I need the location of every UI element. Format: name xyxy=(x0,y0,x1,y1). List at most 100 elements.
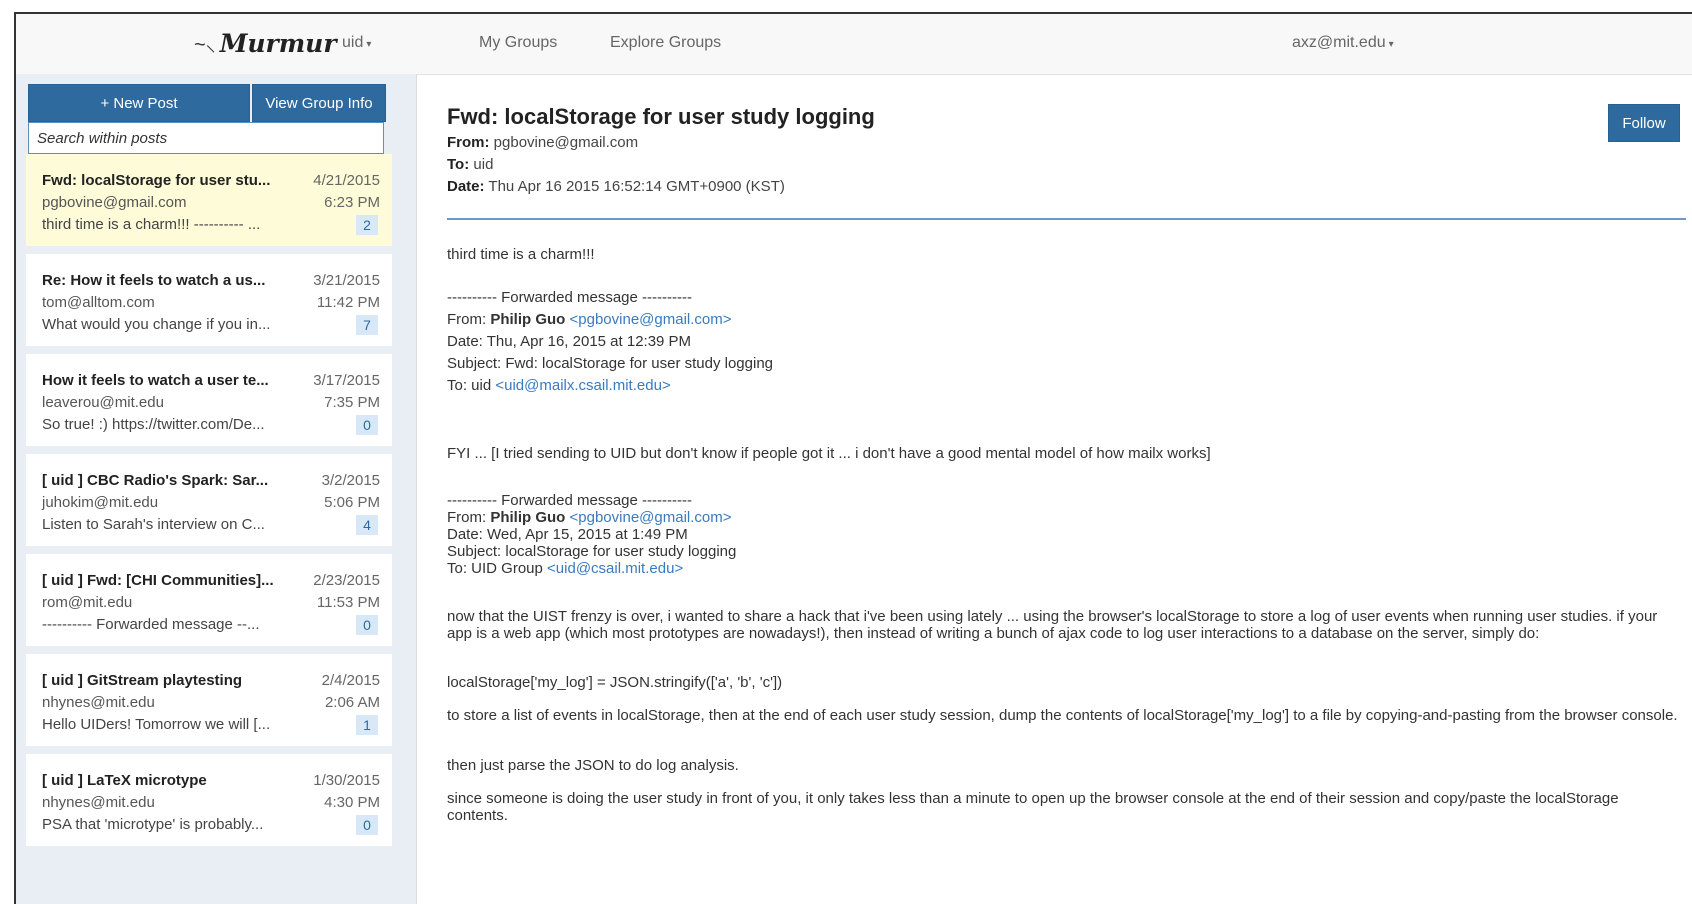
reply-count-badge: 0 xyxy=(356,415,378,435)
view-group-info-button[interactable]: View Group Info xyxy=(252,84,386,122)
header-divider xyxy=(447,218,1686,220)
post-snippet: PSA that 'microtype' is probably... xyxy=(42,816,264,833)
post-sender: juhokim@mit.edu xyxy=(42,494,159,511)
post-sender: leaverou@mit.edu xyxy=(42,394,164,411)
post-date: 1/30/2015 xyxy=(313,772,380,789)
fwd-to-email-link[interactable]: <uid@csail.mit.edu> xyxy=(547,560,683,577)
reply-count-badge: 2 xyxy=(356,215,378,235)
post-list-item[interactable]: Re: How it feels to watch a us... tom@al… xyxy=(26,254,392,354)
logo-text: Murmur xyxy=(219,28,337,58)
post-from-line: From: pgbovine@gmail.com xyxy=(447,134,638,151)
fwd-from-line: From: Philip Guo <pgbovine@gmail.com> xyxy=(447,509,732,526)
fwd-to-line: To: UID Group <uid@csail.mit.edu> xyxy=(447,560,684,577)
fwd-from-email-link[interactable]: <pgbovine@gmail.com> xyxy=(570,509,732,526)
post-paragraph-1: now that the UIST frenzy is over, i want… xyxy=(447,608,1658,642)
post-paragraph-3: then just parse the JSON to do log analy… xyxy=(447,757,739,774)
post-date: 3/21/2015 xyxy=(313,272,380,289)
fwd-to-line: To: uid <uid@mailx.csail.mit.edu> xyxy=(447,377,671,394)
post-list-item[interactable]: [ uid ] LaTeX microtype nhynes@mit.edu P… xyxy=(26,754,392,854)
post-date: 2/23/2015 xyxy=(313,572,380,589)
fwd-from-email-link[interactable]: <pgbovine@gmail.com> xyxy=(570,311,732,328)
search-posts-input[interactable] xyxy=(28,122,384,154)
post-date: 2/4/2015 xyxy=(321,672,380,689)
fwd-date-line: Date: Thu, Apr 16, 2015 at 12:39 PM xyxy=(447,333,692,350)
nav-explore-groups[interactable]: Explore Groups xyxy=(610,34,721,52)
post-time: 11:42 PM xyxy=(316,294,380,311)
fwd-to-email-link[interactable]: <uid@mailx.csail.mit.edu> xyxy=(495,377,670,394)
post-list: Fwd: localStorage for user stu... pgbovi… xyxy=(26,154,392,854)
from-label: From: xyxy=(447,134,490,151)
reply-count-badge: 4 xyxy=(356,515,378,535)
post-snippet: Listen to Sarah's interview on C... xyxy=(42,516,265,533)
post-sender: nhynes@mit.edu xyxy=(42,694,155,711)
post-sidebar: + New Post View Group Info Fwd: localSto… xyxy=(16,74,417,904)
new-post-button[interactable]: + New Post xyxy=(28,84,250,122)
post-time: 7:35 PM xyxy=(324,394,380,411)
post-title: How it feels to watch a user te... xyxy=(42,372,269,389)
nav-my-groups[interactable]: My Groups xyxy=(479,34,557,52)
post-fyi: FYI ... [I tried sending to UID but don'… xyxy=(447,445,1211,462)
fwd-subject-line: Subject: localStorage for user study log… xyxy=(447,543,737,560)
post-list-item[interactable]: How it feels to watch a user te... leave… xyxy=(26,354,392,454)
post-title: Re: How it feels to watch a us... xyxy=(42,272,266,289)
post-snippet: What would you change if you in... xyxy=(42,316,271,333)
app-logo[interactable]: ~⸜ Murmur xyxy=(194,24,337,62)
post-title: [ uid ] CBC Radio's Spark: Sar... xyxy=(42,472,269,489)
date-label: Date: xyxy=(447,178,485,195)
post-sender: rom@mit.edu xyxy=(42,594,133,611)
post-snippet: So true! :) https://twitter.com/De... xyxy=(42,416,265,433)
reply-count-badge: 0 xyxy=(356,615,378,635)
forwarded-block-1: ---------- Forwarded message ---------- … xyxy=(447,287,1682,397)
post-list-item[interactable]: [ uid ] Fwd: [CHI Communities]... rom@mi… xyxy=(26,554,392,654)
post-date: 3/17/2015 xyxy=(313,372,380,389)
post-date: 4/21/2015 xyxy=(313,172,380,189)
fwd-from-name: Philip Guo xyxy=(490,311,566,328)
post-list-item[interactable]: Fwd: localStorage for user stu... pgbovi… xyxy=(26,154,392,254)
post-time: 5:06 PM xyxy=(324,494,380,511)
bird-logo-icon: ~⸜ xyxy=(194,33,216,56)
post-list-item[interactable]: [ uid ] GitStream playtesting nhynes@mit… xyxy=(26,654,392,754)
post-date-value: Thu Apr 16 2015 16:52:14 GMT+0900 (KST) xyxy=(488,178,785,195)
fwd-date-line: Date: Wed, Apr 15, 2015 at 1:49 PM xyxy=(447,526,688,543)
forwarded-block-2: ---------- Forwarded message ---------- … xyxy=(447,492,1682,577)
caret-down-icon: ▾ xyxy=(1388,39,1394,50)
post-time: 2:06 AM xyxy=(324,694,380,711)
post-date-line: Date: Thu Apr 16 2015 16:52:14 GMT+0900 … xyxy=(447,178,785,195)
reply-count-badge: 7 xyxy=(356,315,378,335)
post-time: 6:23 PM xyxy=(324,194,380,211)
to-label: To: xyxy=(447,156,470,173)
top-navbar: ~⸜ Murmur uid ▾ My Groups Explore Groups … xyxy=(16,14,1692,75)
user-menu-label: axz@mit.edu xyxy=(1292,34,1386,51)
group-selector-dropdown[interactable]: uid ▾ xyxy=(342,34,371,52)
post-snippet: third time is a charm!!! ---------- ... xyxy=(42,216,261,233)
post-to-value: uid xyxy=(473,156,494,173)
reply-count-badge: 1 xyxy=(356,715,378,735)
post-intro: third time is a charm!!! xyxy=(447,246,595,263)
group-selector-label: uid xyxy=(342,34,364,51)
follow-button[interactable]: Follow xyxy=(1608,104,1680,142)
caret-down-icon: ▾ xyxy=(366,39,372,50)
post-title: [ uid ] Fwd: [CHI Communities]... xyxy=(42,572,274,589)
post-paragraph-2: to store a list of events in localStorag… xyxy=(447,707,1678,724)
post-title: [ uid ] LaTeX microtype xyxy=(42,772,207,789)
post-list-item[interactable]: [ uid ] CBC Radio's Spark: Sar... juhoki… xyxy=(26,454,392,554)
post-paragraph-4: since someone is doing the user study in… xyxy=(447,790,1619,824)
post-snippet: ---------- Forwarded message --... xyxy=(42,616,260,633)
post-date: 3/2/2015 xyxy=(321,472,380,489)
fwd-header: ---------- Forwarded message ---------- xyxy=(447,289,692,306)
user-menu-dropdown[interactable]: axz@mit.edu ▾ xyxy=(1292,34,1394,52)
reply-count-badge: 0 xyxy=(356,815,378,835)
post-time: 11:53 PM xyxy=(316,594,380,611)
fwd-subject-line: Subject: Fwd: localStorage for user stud… xyxy=(447,355,774,372)
fwd-header: ---------- Forwarded message ---------- xyxy=(447,492,692,509)
post-title: [ uid ] GitStream playtesting xyxy=(42,672,243,689)
post-sender: nhynes@mit.edu xyxy=(42,794,155,811)
post-detail: Fwd: localStorage for user study logging… xyxy=(431,74,1692,904)
app-frame: ~⸜ Murmur uid ▾ My Groups Explore Groups … xyxy=(14,12,1692,904)
post-title: Fwd: localStorage for user stu... xyxy=(42,172,271,189)
post-code-line: localStorage['my_log'] = JSON.stringify(… xyxy=(447,674,783,691)
post-sender: pgbovine@gmail.com xyxy=(42,194,187,211)
post-detail-title: Fwd: localStorage for user study logging xyxy=(447,104,875,129)
post-sender: tom@alltom.com xyxy=(42,294,155,311)
post-snippet: Hello UIDers! Tomorrow we will [... xyxy=(42,716,271,733)
